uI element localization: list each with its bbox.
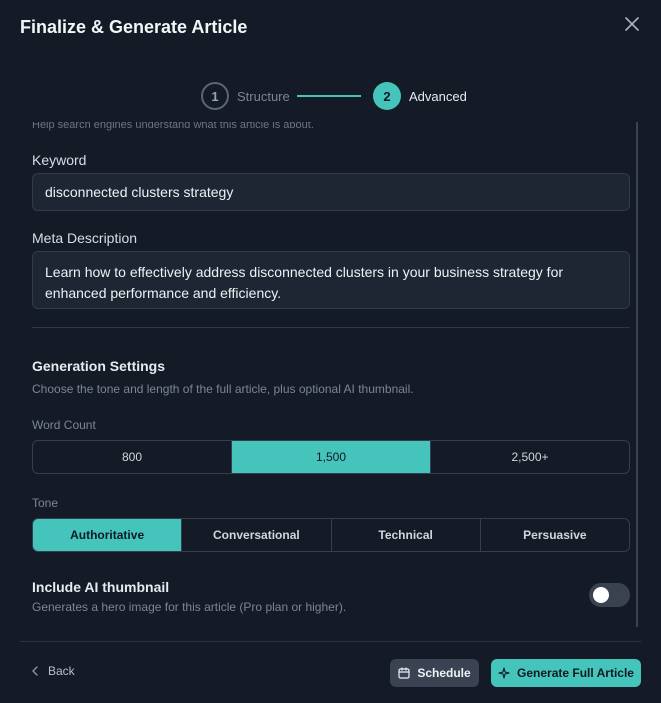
generation-settings-description: Choose the tone and length of the full a… [32, 382, 414, 396]
word-count-option-800[interactable]: 800 [33, 441, 232, 473]
ai-thumbnail-title: Include AI thumbnail [32, 579, 170, 595]
back-label: Back [48, 664, 75, 678]
close-button[interactable] [621, 13, 643, 35]
step-2-label[interactable]: Advanced [409, 89, 467, 104]
generate-article-modal: Finalize & Generate Article 1 Structure … [0, 0, 661, 703]
tone-option-conversational[interactable]: Conversational [182, 519, 332, 551]
tone-option-persuasive[interactable]: Persuasive [481, 519, 629, 551]
step-2-indicator[interactable]: 2 [373, 82, 401, 110]
modal-body: Help search engines understand what this… [0, 122, 661, 642]
schedule-button[interactable]: Schedule [390, 659, 479, 687]
word-count-option-2500[interactable]: 2,500+ [431, 441, 629, 473]
meta-description-input[interactable]: Learn how to effectively address disconn… [32, 251, 630, 309]
back-button[interactable]: Back [32, 664, 75, 678]
keyword-input[interactable]: disconnected clusters strategy [32, 173, 630, 211]
scrollbar[interactable] [636, 122, 638, 627]
tone-option-authoritative[interactable]: Authoritative [33, 519, 183, 551]
seo-hint: Help search engines understand what this… [32, 122, 314, 131]
meta-description-label: Meta Description [32, 230, 138, 246]
step-connector [297, 95, 361, 97]
footer-divider [20, 641, 641, 642]
sparkle-icon [498, 667, 510, 679]
word-count-selector: 800 1,500 2,500+ [32, 440, 630, 474]
tone-label: Tone [32, 496, 59, 510]
chevron-left-icon [32, 666, 38, 676]
close-icon [625, 17, 639, 31]
section-divider [32, 327, 630, 328]
word-count-option-1500[interactable]: 1,500 [232, 441, 431, 473]
ai-thumbnail-toggle[interactable] [589, 583, 630, 607]
step-1-label[interactable]: Structure [237, 89, 290, 104]
keyword-label: Keyword [32, 152, 87, 168]
generation-settings-title: Generation Settings [32, 358, 166, 374]
toggle-knob [593, 587, 609, 603]
tone-selector: Authoritative Conversational Technical P… [32, 518, 630, 552]
tone-option-technical[interactable]: Technical [332, 519, 481, 551]
generate-label: Generate Full Article [517, 666, 634, 680]
step-1-indicator[interactable]: 1 [201, 82, 229, 110]
calendar-icon [398, 667, 410, 679]
modal-header: Finalize & Generate Article [0, 0, 661, 60]
word-count-label: Word Count [32, 418, 96, 432]
generate-full-article-button[interactable]: Generate Full Article [491, 659, 641, 687]
modal-title: Finalize & Generate Article [20, 17, 248, 37]
stepper: 1 Structure 2 Advanced [0, 82, 661, 112]
schedule-label: Schedule [417, 666, 471, 680]
ai-thumbnail-description: Generates a hero image for this article … [32, 600, 347, 614]
